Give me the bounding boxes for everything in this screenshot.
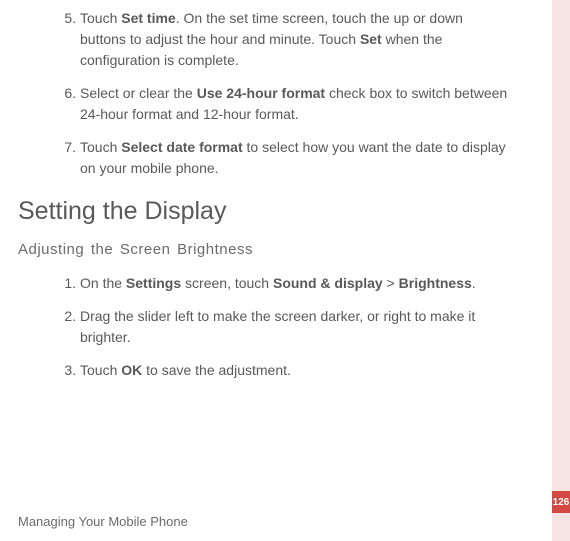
side-tab: [552, 0, 570, 541]
step-number: 2.: [18, 306, 80, 348]
list-item: 1. On the Settings screen, touch Sound &…: [18, 273, 508, 294]
sub-heading: Adjusting the Screen Brightness: [18, 239, 508, 262]
section-heading: Setting the Display: [18, 193, 508, 231]
footer-text: Managing Your Mobile Phone: [18, 512, 188, 532]
step-number: 5.: [18, 8, 80, 71]
page-number: 126: [553, 495, 570, 510]
step-number: 6.: [18, 83, 80, 125]
list-item: 5. Touch Set time. On the set time scree…: [18, 8, 508, 71]
step-number: 7.: [18, 137, 80, 179]
list-item: 7. Touch Select date format to select ho…: [18, 137, 508, 179]
page-number-tab: 126: [552, 491, 570, 513]
step-body: Drag the slider left to make the screen …: [80, 306, 508, 348]
list-item: 2. Drag the slider left to make the scre…: [18, 306, 508, 348]
page-content: 5. Touch Set time. On the set time scree…: [0, 0, 538, 381]
step-number: 3.: [18, 360, 80, 381]
step-body: On the Settings screen, touch Sound & di…: [80, 273, 508, 294]
step-body: Select or clear the Use 24-hour format c…: [80, 83, 508, 125]
list-item: 3. Touch OK to save the adjustment.: [18, 360, 508, 381]
document-page: 126 5. Touch Set time. On the set time s…: [0, 0, 570, 541]
step-body: Touch OK to save the adjustment.: [80, 360, 508, 381]
list-item: 6. Select or clear the Use 24-hour forma…: [18, 83, 508, 125]
steps-list-brightness: 1. On the Settings screen, touch Sound &…: [18, 273, 508, 381]
step-body: Touch Set time. On the set time screen, …: [80, 8, 508, 71]
steps-list-continued: 5. Touch Set time. On the set time scree…: [18, 8, 508, 179]
step-number: 1.: [18, 273, 80, 294]
step-body: Touch Select date format to select how y…: [80, 137, 508, 179]
